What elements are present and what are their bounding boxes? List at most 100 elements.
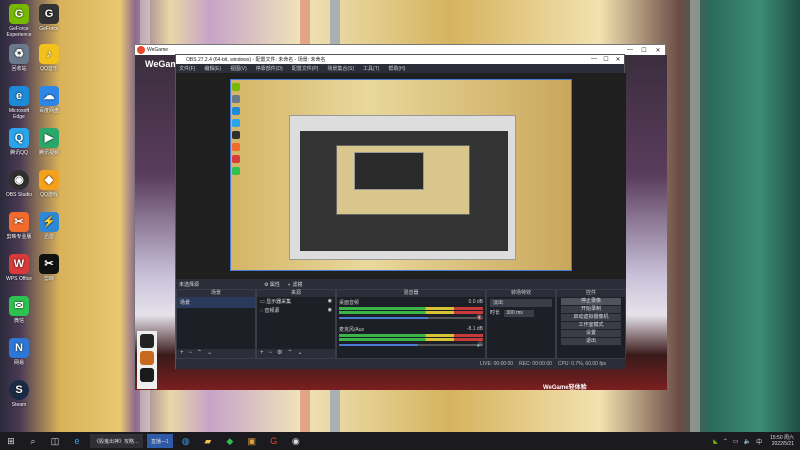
no-source-label: 未选择源: [179, 282, 200, 288]
filters-button[interactable]: ◐ 滤镜: [288, 281, 302, 288]
task-view-icon[interactable]: ◫: [48, 434, 62, 448]
scenes-dock-title: 场景: [177, 290, 255, 297]
menu-docks[interactable]: 停靠部件(D): [256, 65, 283, 72]
desktop-icon-netease[interactable]: N 网易: [4, 338, 34, 366]
desktop-icon-baidu-pan[interactable]: ☁ 百度网盘: [34, 86, 64, 114]
app-icon[interactable]: ◆: [223, 434, 237, 448]
obs-preview-area[interactable]: [176, 73, 626, 288]
mute-icon[interactable]: 🔇: [477, 315, 483, 321]
properties-button[interactable]: ⚙ 属性: [264, 281, 280, 288]
sources-dock-footer: + − ⚙ ⌃ ⌄: [257, 349, 335, 358]
folder-icon[interactable]: ▰: [201, 434, 215, 448]
edge-icon: [232, 107, 240, 115]
menu-view[interactable]: 视图(V): [230, 65, 247, 72]
obs-close-button[interactable]: ✕: [612, 56, 624, 63]
desktop-icon-geforce-experience[interactable]: G GeForce Experience: [4, 4, 34, 38]
eye-icon[interactable]: ◉: [328, 298, 332, 304]
desktop-icon-recycle-bin[interactable]: ♻ 回收站: [4, 44, 34, 72]
baidu-pan-icon: ☁: [39, 86, 59, 106]
network-icon[interactable]: ▭: [733, 438, 739, 445]
desktop-icon-qq[interactable]: Q 腾讯QQ: [4, 128, 34, 156]
game-icon[interactable]: ▣: [245, 434, 259, 448]
nvidia-tray-icon[interactable]: ◣: [713, 438, 718, 445]
exit-button[interactable]: 退出: [561, 338, 621, 345]
remove-icon[interactable]: −: [189, 350, 193, 356]
menu-edit[interactable]: 编辑(E): [204, 65, 221, 72]
studio-mode-button[interactable]: 工作室模式: [561, 322, 621, 329]
obs-docks: 场景 场景 + − ⌃ ⌄ 来源 ▭ 显示器采集 ◉ ◌ 音频源 ◉ + − ⚙ ⌃ ⌄ 混音…: [176, 289, 626, 359]
start-recording-button[interactable]: 开始录制: [561, 306, 621, 313]
menu-scene-collection[interactable]: 场景集合(S): [327, 65, 354, 72]
desktop-icon-qq-music[interactable]: ♪ QQ音乐: [34, 44, 64, 72]
desktop-icon-thunder[interactable]: ⚡ 迅雷: [34, 212, 64, 240]
source-item-audio[interactable]: ◌ 音频源 ◉: [257, 306, 335, 315]
desktop-icon-qq-game[interactable]: ◆ QQ游戏: [34, 170, 64, 198]
edge-taskbar-icon[interactable]: e: [70, 434, 84, 448]
obs-icon: [232, 131, 240, 139]
minimize-button[interactable]: —: [623, 47, 637, 54]
start-virtual-camera-button[interactable]: 启动虚拟摄像机: [561, 314, 621, 321]
qq-music-icon: ♪: [39, 44, 59, 64]
move-up-icon[interactable]: ⌃: [197, 350, 202, 356]
add-icon[interactable]: +: [180, 350, 184, 356]
menu-help[interactable]: 帮助(H): [388, 65, 405, 72]
desktop-icon-jianying[interactable]: ✂ 剪映专业版: [4, 212, 34, 240]
desktop-icon-wps[interactable]: W WPS Office: [4, 254, 34, 282]
sources-dock: 来源 ▭ 显示器采集 ◉ ◌ 音频源 ◉ + − ⚙ ⌃ ⌄: [256, 289, 336, 359]
preview-recursive-obs-2: [354, 152, 424, 190]
mixer-channel-desktop: 桌面音频 0.0 dB 🔇: [339, 299, 483, 321]
transition-type-select[interactable]: 淡出: [490, 299, 552, 307]
volume-icon[interactable]: 🔈: [744, 438, 751, 445]
wegame-icon[interactable]: G: [267, 434, 281, 448]
taskbar-app-obs[interactable]: 直播—1: [147, 434, 173, 448]
eye-icon[interactable]: ◉: [328, 307, 332, 313]
obs-icon[interactable]: ◉: [289, 434, 303, 448]
scene-item[interactable]: 场景: [177, 297, 255, 308]
obs-menubar: 文件(F) 编辑(E) 视图(V) 停靠部件(D) 配置文件(P) 场景集合(S…: [176, 64, 624, 73]
desktop-icon-edge[interactable]: e Microsoft Edge: [4, 86, 34, 120]
desktop-icon-obs[interactable]: ◉ OBS Studio: [4, 170, 34, 198]
volume-slider[interactable]: [339, 344, 483, 346]
edge-icon[interactable]: ◍: [179, 434, 193, 448]
desktop-icon-geforce[interactable]: G GeForce: [34, 4, 64, 32]
transition-duration-row: 时长 300 ms: [490, 309, 552, 317]
game-icon[interactable]: [140, 334, 154, 348]
windows-start-icon[interactable]: ⊞: [4, 434, 18, 448]
menu-profile[interactable]: 配置文件(P): [292, 65, 319, 72]
move-up-icon[interactable]: ⌃: [287, 350, 292, 356]
volume-slider[interactable]: [339, 317, 483, 319]
desktop-icon-steam[interactable]: S Steam: [4, 380, 34, 408]
remove-icon[interactable]: −: [269, 350, 273, 356]
speaker-icon[interactable]: 🔊: [477, 342, 483, 348]
menu-tools[interactable]: 工具(T): [363, 65, 379, 72]
move-down-icon[interactable]: ⌄: [297, 350, 302, 356]
scenes-dock: 场景 场景 + − ⌃ ⌄: [176, 289, 256, 359]
obs-window[interactable]: OBS 27.2.4 (64-bit, windows) - 配置文件: 未命名…: [175, 54, 626, 369]
gear-icon[interactable]: ⚙: [277, 350, 282, 356]
desktop-icon-capcut[interactable]: ✂ 剪映: [34, 254, 64, 282]
maximize-button[interactable]: ☐: [637, 47, 651, 54]
system-clock[interactable]: 15:50 周六 2022/5/21: [770, 435, 794, 447]
mixer-channel-mic: 麦克风/Aux -8.1 dB 🔊: [339, 326, 483, 348]
add-icon[interactable]: +: [260, 350, 264, 356]
obs-minimize-button[interactable]: —: [588, 56, 600, 63]
search-icon[interactable]: ⌕: [26, 434, 40, 448]
close-button[interactable]: ✕: [651, 47, 665, 54]
source-item-display-capture[interactable]: ▭ 显示器采集 ◉: [257, 297, 335, 306]
obs-maximize-button[interactable]: ☐: [600, 56, 612, 63]
transition-duration-input[interactable]: 300 ms: [504, 310, 535, 317]
wechat-icon: [232, 167, 240, 175]
netease-icon: N: [9, 338, 29, 358]
game-icon[interactable]: [140, 368, 154, 382]
obs-titlebar[interactable]: OBS 27.2.4 (64-bit, windows) - 配置文件: 未命名…: [176, 55, 624, 64]
settings-button[interactable]: 设置: [561, 330, 621, 337]
game-icon[interactable]: [140, 351, 154, 365]
stop-recording-button[interactable]: 停止录像: [561, 298, 621, 305]
menu-file[interactable]: 文件(F): [179, 65, 195, 72]
desktop-icon-tencent-video[interactable]: ▶ 腾讯视频: [34, 128, 64, 156]
ime-indicator[interactable]: 中: [756, 437, 762, 446]
move-down-icon[interactable]: ⌄: [207, 350, 212, 356]
chevron-up-icon[interactable]: ⌃: [723, 438, 728, 445]
desktop-icon-wechat[interactable]: ✉ 微信: [4, 296, 34, 324]
taskbar-app-browser[interactable]: 《骰鬼出神》攻略…: [90, 434, 144, 448]
